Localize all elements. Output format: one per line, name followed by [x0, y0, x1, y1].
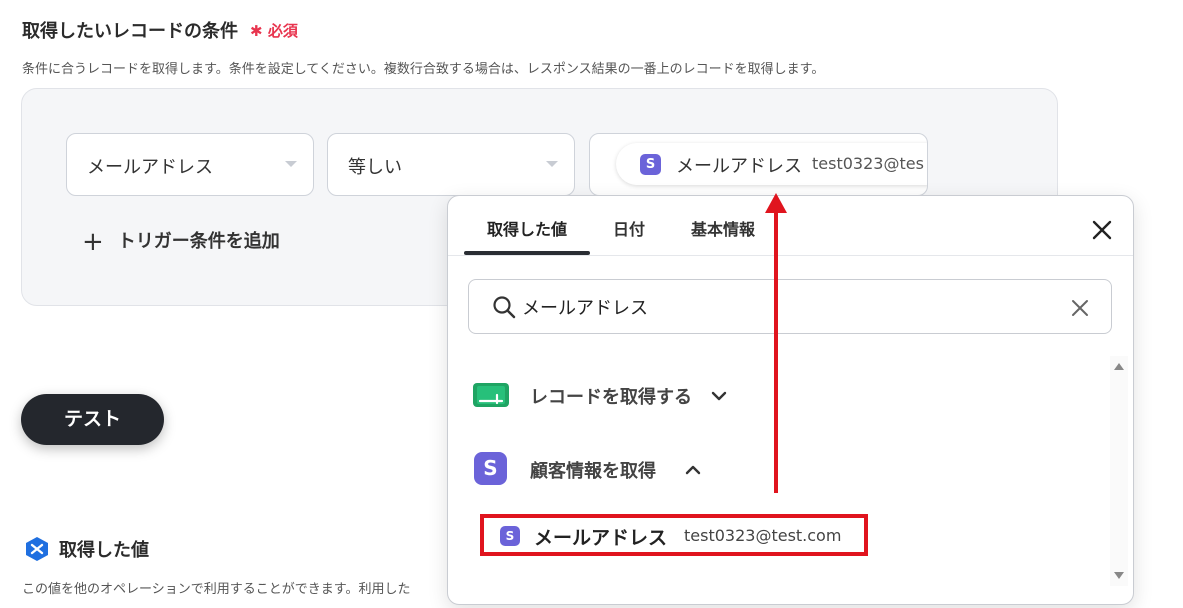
acquired-values-description: この値を他のオペレーションで利用することができます。利用した: [22, 582, 411, 597]
clear-icon[interactable]: [1069, 297, 1091, 319]
chevron-up-icon: [685, 465, 701, 475]
operator-select-value: 等しい: [348, 157, 402, 178]
scrollbar[interactable]: [1110, 356, 1128, 586]
scroll-down-icon[interactable]: [1114, 572, 1124, 579]
required-asterisk-icon: ✱: [250, 22, 263, 40]
value-picker-popup: 取得した値 日付 基本情報 レコードを取得する S 顧客情報を取得: [447, 195, 1134, 605]
add-condition-button[interactable]: + トリガー条件を追加: [82, 227, 280, 257]
add-condition-label: トリガー条件を追加: [117, 231, 280, 252]
tab-acquired-values[interactable]: 取得した値: [487, 216, 567, 240]
search-box: [468, 279, 1112, 334]
section-description: 条件に合うレコードを取得します。条件を設定してください。複数行合致する場合は、レ…: [22, 62, 825, 77]
hexagon-logo-icon: [26, 537, 48, 561]
tab-divider: [448, 255, 1133, 256]
tab-date[interactable]: 日付: [613, 216, 645, 240]
required-label: 必須: [267, 22, 298, 40]
test-button[interactable]: テスト: [21, 394, 164, 445]
group-get-record-label: レコードを取得する: [530, 387, 692, 408]
chevron-down-icon: [711, 391, 727, 401]
tab-basic-info[interactable]: 基本情報: [691, 216, 755, 240]
field-select[interactable]: メールアドレス: [66, 133, 314, 196]
result-item-email[interactable]: S メールアドレス test0323@test.com: [480, 514, 868, 556]
value-chip[interactable]: S メールアドレス test0323@tes: [616, 143, 927, 185]
required-badge: ✱ 必須: [250, 20, 298, 41]
acquired-values-title: 取得した値: [59, 540, 149, 561]
value-chip-value: test0323@tes: [812, 154, 924, 173]
stripe-s-icon: S: [640, 154, 661, 175]
result-item-label: メールアドレス: [534, 527, 668, 549]
caret-down-icon: [285, 161, 297, 167]
acquired-values-heading: 取得した値: [24, 536, 149, 562]
search-icon: [493, 296, 516, 319]
value-chip-label: メールアドレス: [676, 156, 802, 177]
scroll-up-icon[interactable]: [1114, 363, 1124, 370]
operator-select[interactable]: 等しい: [327, 133, 575, 196]
section-title: 取得したいレコードの条件: [22, 21, 238, 42]
group-customer-info-label: 顧客情報を取得: [530, 461, 656, 482]
search-input[interactable]: [522, 292, 1042, 322]
field-select-value: メールアドレス: [87, 157, 213, 178]
stripe-s-icon: S: [500, 526, 520, 546]
caret-down-icon: [546, 161, 558, 167]
value-input[interactable]: S メールアドレス test0323@tes: [589, 133, 928, 196]
group-get-record[interactable]: レコードを取得する: [472, 378, 772, 412]
close-icon[interactable]: [1089, 217, 1115, 243]
plus-icon: +: [82, 227, 104, 257]
group-customer-info[interactable]: 顧客情報を取得: [472, 452, 772, 486]
result-item-value: test0323@test.com: [684, 526, 842, 545]
